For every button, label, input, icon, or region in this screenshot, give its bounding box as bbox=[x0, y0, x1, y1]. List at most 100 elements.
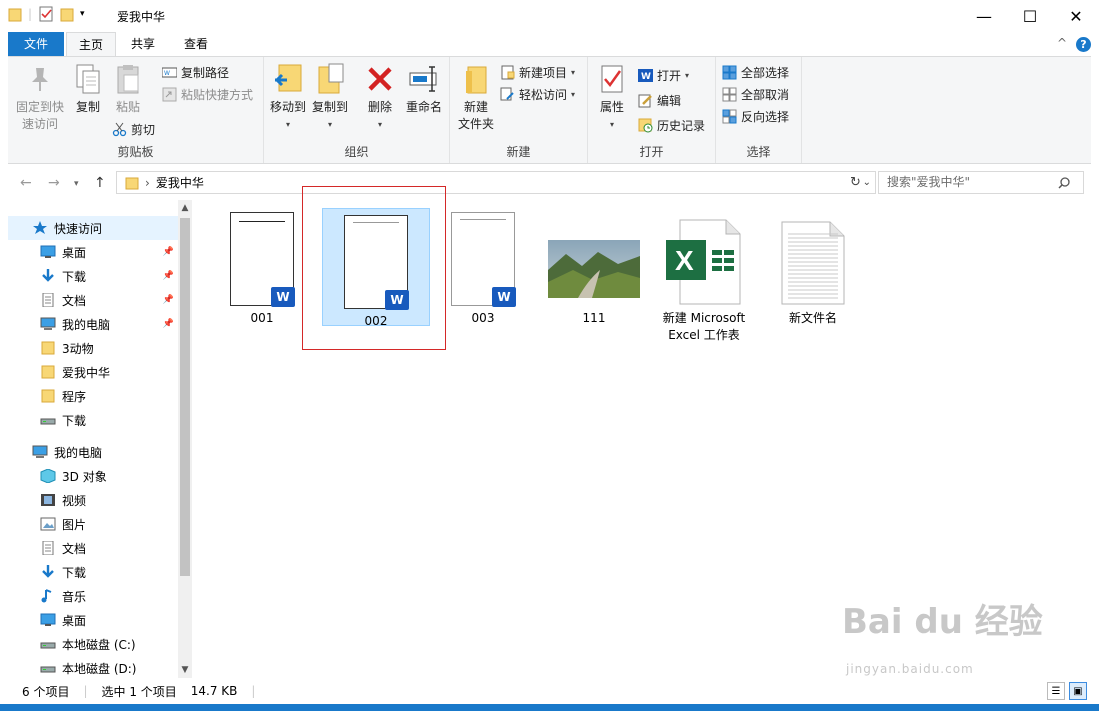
sidebar-item[interactable]: 文档 bbox=[8, 536, 178, 560]
sidebar-item[interactable]: 文档 📌 bbox=[8, 288, 178, 312]
open-group-label: 打开 bbox=[639, 145, 664, 159]
tab-home[interactable]: 主页 bbox=[66, 32, 116, 57]
svg-text:X: X bbox=[675, 245, 694, 276]
large-icons-view-icon[interactable]: ▣ bbox=[1069, 682, 1087, 700]
sidebar-item[interactable]: 音乐 bbox=[8, 584, 178, 608]
invert-selection-button[interactable]: 反向选择 bbox=[722, 106, 789, 126]
help-icon[interactable]: ? bbox=[1076, 37, 1091, 52]
address-row: ← → ▾ ↑ › 爱我中华 ⌄ ↻ 搜索"爱我中华" bbox=[8, 166, 1091, 200]
sidebar-item[interactable]: 快速访问 bbox=[8, 216, 178, 240]
computer-icon bbox=[40, 317, 56, 331]
sidebar-item[interactable]: 爱我中华 bbox=[8, 360, 178, 384]
easy-access-button[interactable]: 轻松访问 ▾ bbox=[500, 84, 575, 104]
open-button[interactable]: W 打开 ▾ bbox=[638, 65, 689, 85]
select-all-button[interactable]: 全部选择 bbox=[722, 62, 789, 82]
forward-icon[interactable]: → bbox=[48, 175, 60, 191]
maximize-button[interactable]: ☐ bbox=[1007, 0, 1053, 32]
properties-button[interactable]: 属性 ▾ bbox=[592, 61, 632, 133]
sidebar-item[interactable]: 下载 📌 bbox=[8, 264, 178, 288]
history-button[interactable]: 历史记录 bbox=[638, 115, 705, 135]
minimize-button[interactable]: — bbox=[961, 0, 1007, 32]
tab-view[interactable]: 查看 bbox=[172, 32, 220, 56]
pin-quick-access-button[interactable]: 固定到快 速访问 bbox=[12, 61, 68, 133]
properties-icon[interactable] bbox=[38, 6, 54, 22]
refresh-icon[interactable]: ↻ bbox=[850, 175, 861, 190]
search-icon[interactable] bbox=[1058, 177, 1070, 189]
select-none-button[interactable]: 全部取消 bbox=[722, 84, 789, 104]
landscape-thumbnail bbox=[548, 240, 640, 298]
sidebar-item[interactable]: 我的电脑 📌 bbox=[8, 312, 178, 336]
sidebar-item[interactable]: 我的电脑 bbox=[8, 440, 178, 464]
file-item[interactable]: W 001 bbox=[208, 206, 316, 327]
sidebar-item-label: 快速访问 bbox=[54, 221, 103, 236]
status-bar: 6 个项目 | 选中 1 个项目 14.7 KB | ☰ ▣ bbox=[8, 680, 1091, 702]
word-icon: W bbox=[385, 290, 409, 310]
svg-text:W: W bbox=[641, 72, 651, 82]
copy-path-button[interactable]: W 复制路径 bbox=[162, 62, 229, 82]
back-icon[interactable]: ← bbox=[20, 175, 32, 191]
new-folder-button[interactable]: 新建 文件夹 bbox=[454, 61, 498, 133]
open-group: 属性 ▾ W 打开 ▾ 编辑 历史记录 打开 bbox=[588, 57, 716, 163]
sidebar-item[interactable]: 视频 bbox=[8, 488, 178, 512]
sidebar-item[interactable]: 下载 bbox=[8, 408, 178, 432]
move-to-button[interactable]: 移动到 ▾ bbox=[268, 61, 308, 133]
sidebar-item[interactable]: 本地磁盘 (D:) bbox=[8, 656, 178, 678]
sidebar-item[interactable]: 3D 对象 bbox=[8, 464, 178, 488]
folder-icon bbox=[125, 177, 139, 189]
tab-file[interactable]: 文件 bbox=[8, 32, 64, 56]
edit-button[interactable]: 编辑 bbox=[638, 90, 681, 110]
paste-icon bbox=[117, 65, 139, 94]
file-name: 001 bbox=[250, 311, 274, 325]
collapse-ribbon-icon[interactable]: ^ bbox=[1057, 36, 1067, 50]
recent-locations-icon[interactable]: ▾ bbox=[74, 179, 79, 189]
nav-scrollbar[interactable]: ▲ ▼ bbox=[178, 200, 192, 678]
file-thumbnail: W bbox=[208, 206, 316, 307]
tab-share[interactable]: 共享 bbox=[120, 32, 166, 56]
scroll-down-icon[interactable]: ▼ bbox=[180, 665, 190, 675]
paste-button[interactable]: 粘贴 bbox=[110, 61, 146, 116]
file-item[interactable]: 111 bbox=[540, 206, 648, 327]
file-item[interactable]: W 003 bbox=[429, 206, 537, 327]
up-icon[interactable]: ↑ bbox=[94, 175, 106, 191]
rename-button[interactable]: 重命名 bbox=[402, 61, 446, 116]
cut-button[interactable]: 剪切 bbox=[112, 119, 155, 139]
edit-icon bbox=[638, 94, 652, 107]
sidebar-item[interactable]: 程序 bbox=[8, 384, 178, 408]
file-item[interactable]: 新文件名 bbox=[759, 206, 867, 327]
address-bar[interactable]: › 爱我中华 ⌄ bbox=[116, 171, 876, 194]
details-view-icon[interactable]: ☰ bbox=[1047, 682, 1065, 700]
scroll-up-icon[interactable]: ▲ bbox=[180, 203, 190, 213]
sidebar-item-label: 文档 bbox=[62, 293, 87, 308]
drive-icon bbox=[40, 413, 56, 427]
file-item[interactable]: X 新建 Microsoft Excel 工作表 bbox=[650, 206, 758, 344]
new-item-button[interactable]: 新建项目 ▾ bbox=[500, 62, 575, 82]
copy-to-button[interactable]: 复制到 ▾ bbox=[310, 61, 350, 133]
close-button[interactable]: ✕ bbox=[1053, 0, 1099, 32]
sidebar-item[interactable]: 3动物 bbox=[8, 336, 178, 360]
file-item[interactable]: W 002 bbox=[322, 208, 430, 328]
sidebar-item[interactable]: 桌面 📌 bbox=[8, 240, 178, 264]
sidebar-item[interactable]: 图片 bbox=[8, 512, 178, 536]
sidebar-item-label: 我的电脑 bbox=[62, 317, 111, 332]
breadcrumb-separator[interactable]: › bbox=[145, 176, 150, 190]
selection-size: 14.7 KB bbox=[190, 684, 238, 698]
sidebar-item[interactable]: 下载 bbox=[8, 560, 178, 584]
new-folder-icon[interactable] bbox=[60, 6, 74, 22]
copy-button[interactable]: 复制 bbox=[70, 61, 106, 116]
quick-access-toolbar: | ▾ bbox=[8, 6, 85, 22]
paste-shortcut-button[interactable]: 粘贴快捷方式 bbox=[162, 84, 253, 104]
breadcrumb[interactable]: 爱我中华 bbox=[156, 174, 204, 191]
file-thumbnail: W bbox=[429, 206, 537, 307]
sidebar-item[interactable]: 本地磁盘 (C:) bbox=[8, 632, 178, 656]
sidebar-item-label: 音乐 bbox=[62, 589, 87, 604]
folder-icon bbox=[40, 341, 56, 355]
rename-icon bbox=[409, 66, 437, 92]
address-dropdown-icon[interactable]: ⌄ bbox=[863, 177, 871, 188]
customize-quick-access-icon[interactable]: ▾ bbox=[80, 9, 85, 19]
computer-icon bbox=[32, 445, 48, 459]
sidebar-item[interactable]: 桌面 bbox=[8, 608, 178, 632]
delete-button[interactable]: 删除 ▾ bbox=[360, 61, 400, 133]
document-icon bbox=[40, 292, 56, 308]
scroll-thumb[interactable] bbox=[180, 218, 190, 576]
search-input[interactable]: 搜索"爱我中华" bbox=[878, 171, 1084, 194]
